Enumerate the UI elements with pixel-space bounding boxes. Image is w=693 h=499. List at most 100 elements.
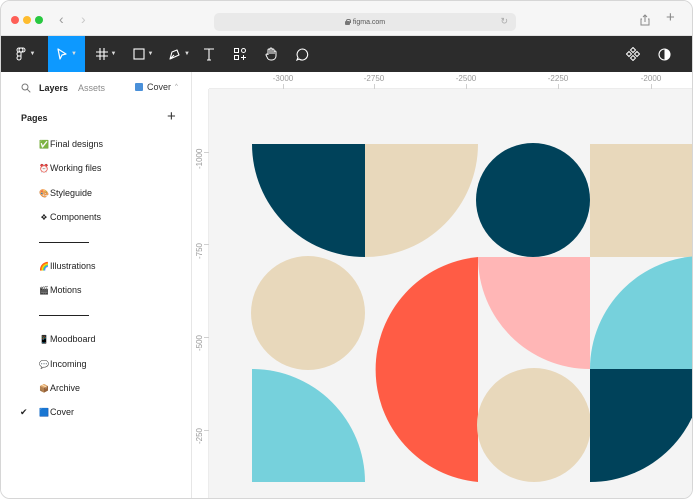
ruler-corner xyxy=(192,72,209,89)
navy-quarter-circle-bottom[interactable] xyxy=(590,369,693,482)
package-emoji-icon: 📦 xyxy=(39,383,49,393)
url-text: figma.com xyxy=(352,18,386,26)
search-icon[interactable] xyxy=(21,83,31,93)
move-tool-button[interactable]: ▼ xyxy=(48,36,85,72)
left-sidebar: Layers Assets Cover ^ Pages + ✅ Final de… xyxy=(1,72,192,498)
rectangle-icon xyxy=(132,48,145,60)
theme-toggle-button[interactable] xyxy=(653,36,675,72)
ruler-label-x: -3000 xyxy=(272,74,294,83)
zoom-window-button[interactable] xyxy=(35,16,43,24)
ruler-tick xyxy=(651,84,652,89)
page-label: Archive xyxy=(50,383,81,393)
beige-circle[interactable] xyxy=(251,256,365,370)
checkbox-emoji-icon: ✅ xyxy=(39,139,49,149)
page-label: Cover xyxy=(50,407,75,417)
coral-half-circle[interactable] xyxy=(375,257,478,482)
clapper-emoji-icon: 🎬 xyxy=(39,285,49,295)
close-window-button[interactable] xyxy=(11,16,19,24)
horizontal-ruler: -3000 -2750 -2500 -2250 -2000 xyxy=(192,72,692,89)
page-label: Motions xyxy=(50,285,82,295)
add-page-button[interactable]: + xyxy=(167,109,176,125)
contrast-icon xyxy=(657,47,671,61)
hand-tool-button[interactable] xyxy=(260,36,282,72)
page-item-motions[interactable]: 🎬 Motions xyxy=(1,279,192,301)
page-item-final-designs[interactable]: ✅ Final designs xyxy=(1,133,192,155)
component-emoji-icon: ❖ xyxy=(40,212,48,222)
comment-tool-button[interactable] xyxy=(291,36,313,72)
page-item-cover[interactable]: ✔ 🟦 Cover xyxy=(1,401,192,423)
page-label: Moodboard xyxy=(50,334,96,344)
page-item-archive[interactable]: 📦 Archive xyxy=(1,377,192,399)
page-item-incoming[interactable]: 💬 Incoming xyxy=(1,353,192,375)
new-tab-icon[interactable]: + xyxy=(666,10,675,26)
page-label: Working files xyxy=(50,163,102,173)
beige-circle-bottom[interactable] xyxy=(477,368,591,482)
back-arrow-icon[interactable]: ‹ xyxy=(59,11,64,27)
checkmark-icon: ✔ xyxy=(20,406,28,417)
palette-emoji-icon: 🎨 xyxy=(39,188,49,198)
pen-tool-button[interactable]: ▼ xyxy=(163,36,195,72)
page-item-illustrations[interactable]: 🌈 Illustrations xyxy=(1,255,192,277)
chevron-down-icon: ▼ xyxy=(184,51,190,57)
share-icon[interactable] xyxy=(640,14,650,26)
frame-icon xyxy=(95,48,108,60)
ruler-tick xyxy=(204,152,209,153)
ruler-tick xyxy=(283,84,284,89)
chevron-down-icon: ▼ xyxy=(29,51,36,57)
forward-arrow-icon[interactable]: › xyxy=(81,11,86,27)
ruler-label-x: -2500 xyxy=(455,74,477,83)
cover-artboard[interactable] xyxy=(192,72,693,499)
minimize-window-button[interactable] xyxy=(23,16,31,24)
page-item-styleguide[interactable]: 🎨 Styleguide xyxy=(1,182,192,204)
chevron-down-icon: ▼ xyxy=(147,51,154,57)
navy-circle[interactable] xyxy=(476,143,590,257)
text-tool-button[interactable] xyxy=(198,36,220,72)
page-label: Final designs xyxy=(50,139,104,149)
figma-toolbar: ▼ ▼ ▼ ▼ ▼ xyxy=(1,36,692,72)
page-label: Styleguide xyxy=(50,188,93,198)
ruler-tick xyxy=(204,337,209,338)
ruler-tick xyxy=(204,244,209,245)
navy-quarter-circle[interactable] xyxy=(252,144,365,257)
main-menu-button[interactable]: ▼ xyxy=(5,36,45,72)
vertical-ruler: -1000 -750 -500 -250 xyxy=(192,89,209,498)
browser-window: ‹ › figma.com ↻ + ▼ ▼ ▼ ▼ ▼ Layers Asset… xyxy=(0,0,693,499)
chevron-up-icon: ^ xyxy=(175,84,178,90)
chevron-down-icon: ▼ xyxy=(110,51,117,57)
tab-assets[interactable]: Assets xyxy=(78,83,105,93)
page-item-moodboard[interactable]: 📱 Moodboard xyxy=(1,328,192,350)
tab-layers[interactable]: Layers xyxy=(39,83,68,93)
ruler-label-y: -1000 xyxy=(195,148,204,169)
current-page-label: Cover xyxy=(147,82,172,92)
components-button[interactable] xyxy=(622,36,644,72)
ruler-tick xyxy=(204,430,209,431)
shape-tool-button[interactable]: ▼ xyxy=(127,36,159,72)
ruler-tick xyxy=(558,84,559,89)
pages-header: Pages xyxy=(21,113,48,123)
page-item-components[interactable]: ❖ Components xyxy=(1,206,192,228)
rainbow-emoji-icon: 🌈 xyxy=(39,261,49,271)
page-separator xyxy=(39,242,89,243)
ruler-tick xyxy=(374,84,375,89)
canvas[interactable]: -3000 -2750 -2500 -2250 -2000 -1000 -750… xyxy=(192,72,693,499)
beige-quarter-circle[interactable] xyxy=(365,144,478,257)
address-bar[interactable]: figma.com ↻ xyxy=(214,13,516,31)
cyan-quarter-circle-bottom[interactable] xyxy=(252,369,365,482)
ruler-label-x: -2250 xyxy=(547,74,569,83)
panel-tabs: Layers Assets Cover ^ xyxy=(1,72,192,106)
hand-icon xyxy=(264,47,276,61)
page-switcher[interactable]: Cover ^ xyxy=(135,82,178,92)
page-item-working-files[interactable]: ⏰ Working files xyxy=(1,157,192,179)
reload-icon[interactable]: ↻ xyxy=(500,16,508,27)
frame-tool-button[interactable]: ▼ xyxy=(89,36,123,72)
resources-icon xyxy=(234,48,246,60)
page-separator xyxy=(39,315,89,316)
cyan-quarter-circle[interactable] xyxy=(590,256,693,369)
phone-emoji-icon: 📱 xyxy=(39,334,49,344)
resources-button[interactable] xyxy=(229,36,251,72)
pink-quarter-circle[interactable] xyxy=(478,257,590,369)
figma-logo-icon xyxy=(16,47,25,61)
cursor-icon xyxy=(57,48,67,60)
beige-quarter-circle-right[interactable] xyxy=(590,144,693,257)
cover-page-icon xyxy=(135,83,143,91)
